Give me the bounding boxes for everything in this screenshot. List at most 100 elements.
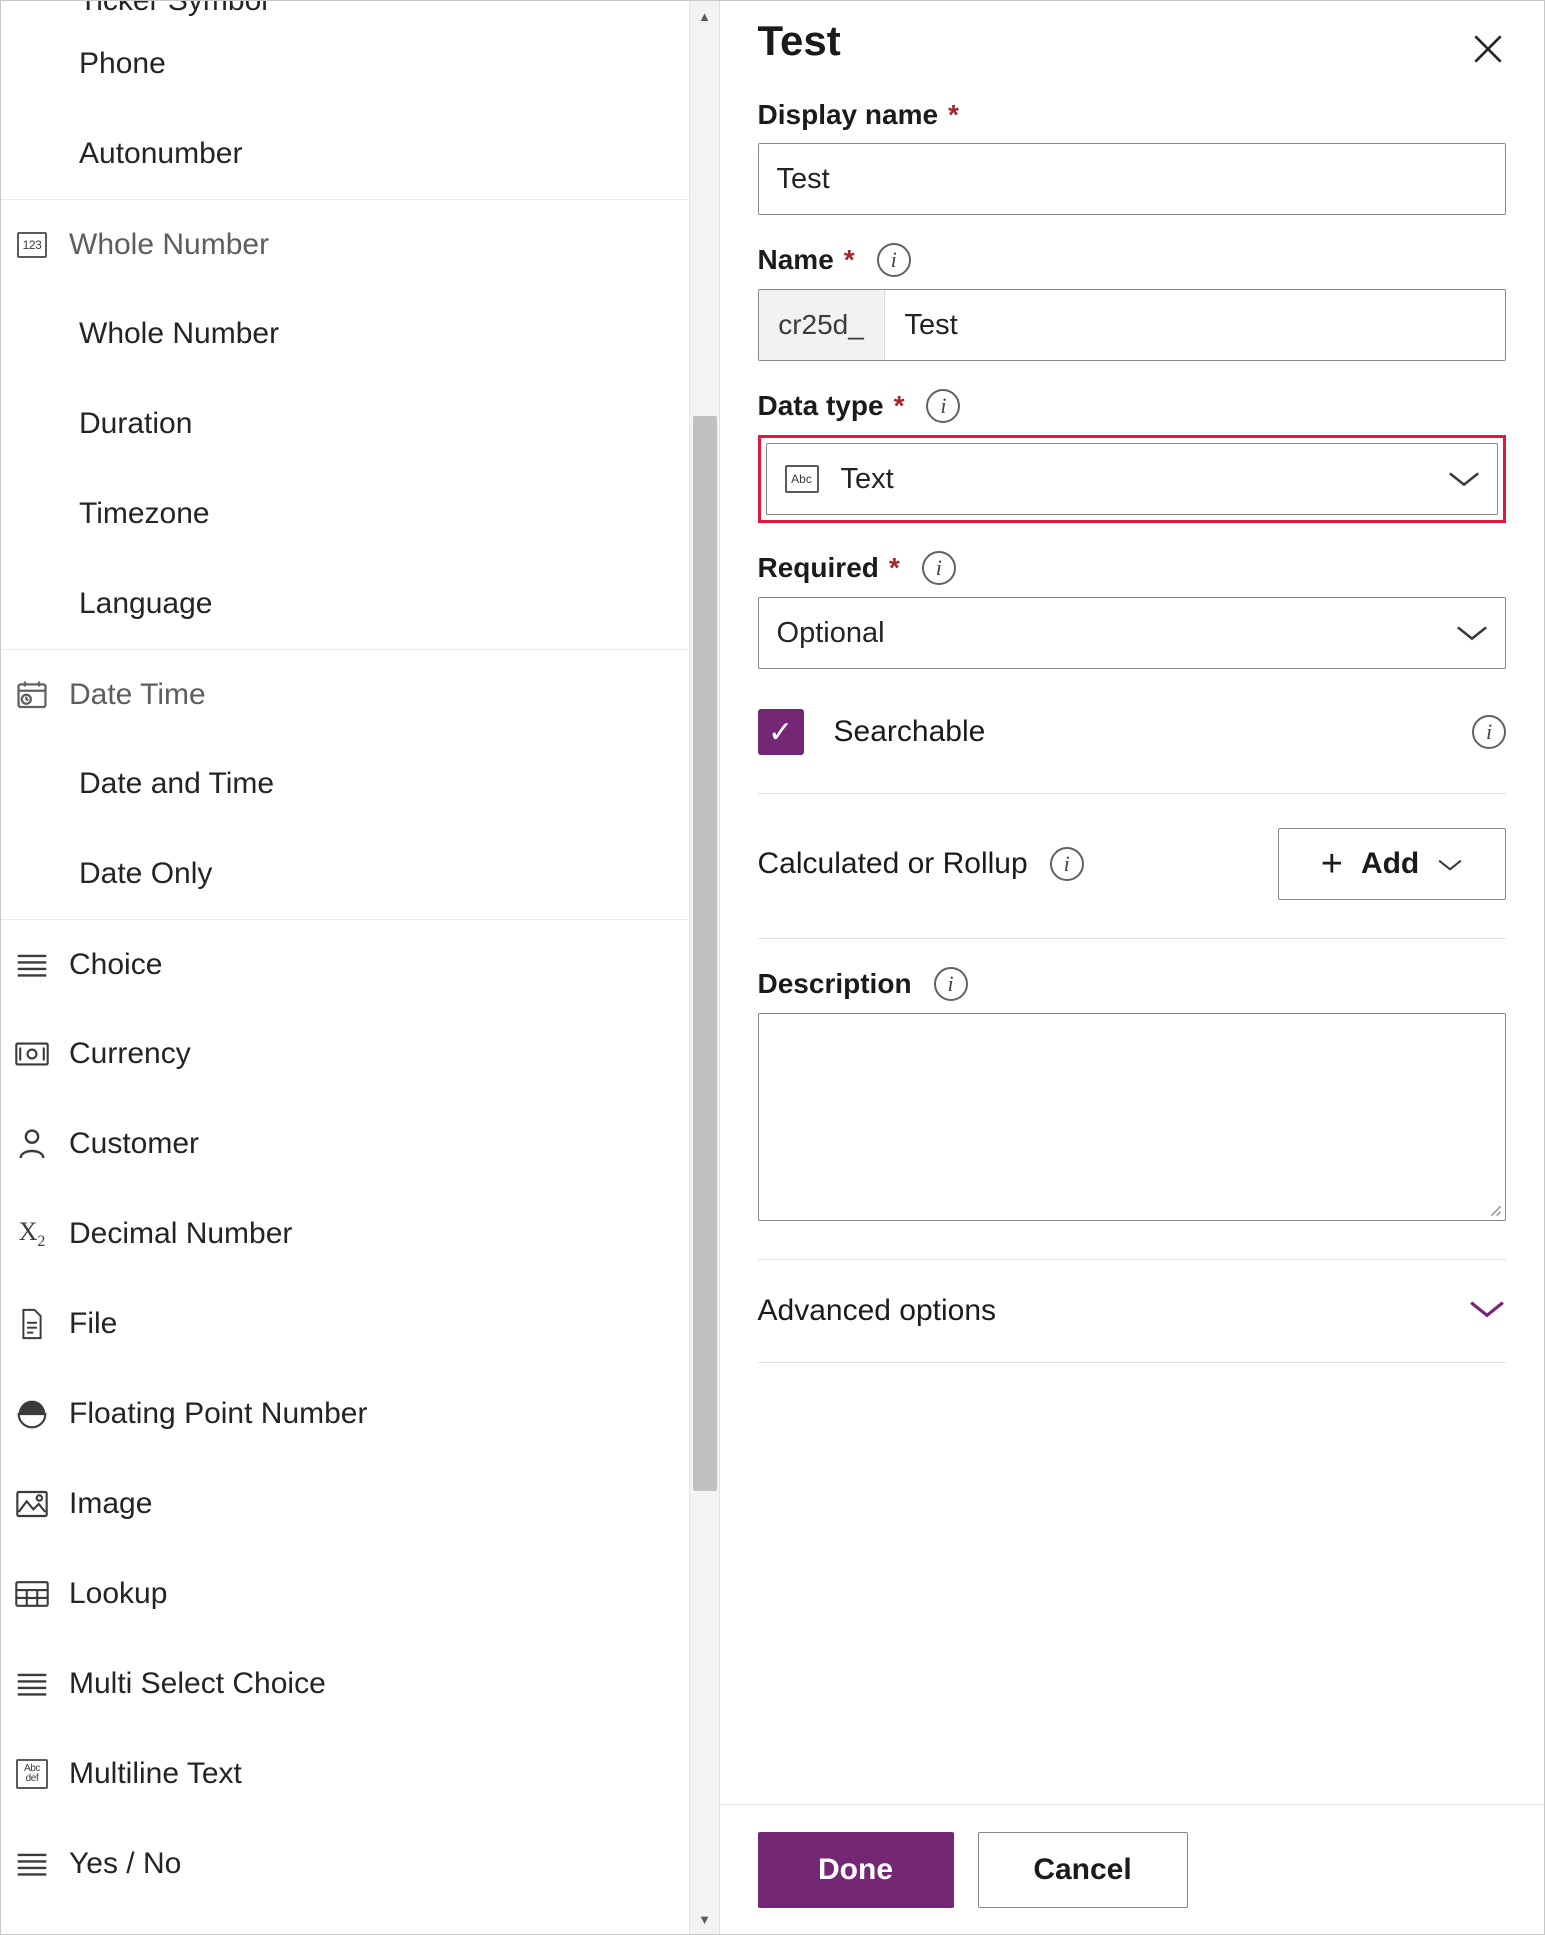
list-item-multiline-text[interactable]: Abc def Multiline Text: [1, 1729, 719, 1819]
cancel-button[interactable]: Cancel: [977, 1831, 1188, 1908]
required-label-row: Required * i: [758, 551, 1506, 585]
searchable-checkbox[interactable]: ✓: [757, 709, 804, 755]
lookup-icon: [11, 1580, 53, 1608]
info-icon[interactable]: i: [933, 967, 968, 1001]
add-button-label: Add: [1360, 847, 1420, 880]
info-icon[interactable]: i: [1049, 847, 1084, 881]
data-type-label-row: Data type * i: [758, 389, 1506, 423]
data-type-value: Text: [840, 462, 894, 495]
data-type-highlight-box: Abc Text: [757, 435, 1506, 523]
group-header-whole-number[interactable]: 123 Whole Number: [1, 199, 719, 289]
list-item-label: Whole Number: [79, 317, 280, 350]
required-marker: *: [948, 99, 959, 130]
close-icon[interactable]: [1466, 27, 1510, 71]
date-time-icon: [11, 678, 53, 712]
list-item-duration[interactable]: Duration: [1, 379, 719, 469]
list-item-file[interactable]: File: [1, 1279, 719, 1369]
info-icon[interactable]: i: [876, 243, 911, 277]
list-item-label: Date Only: [79, 857, 213, 890]
list-item-choice[interactable]: Choice: [1, 919, 719, 1009]
list-item-yes-no[interactable]: Yes / No: [1, 1819, 719, 1909]
list-item-multi-select-choice[interactable]: Multi Select Choice: [1, 1639, 719, 1729]
calculated-or-rollup-row: Calculated or Rollup i + Add: [758, 794, 1506, 900]
list-item-label: Floating Point Number: [69, 1397, 368, 1430]
required-marker: *: [888, 552, 900, 583]
info-icon[interactable]: i: [921, 551, 956, 585]
description-textarea[interactable]: [757, 1013, 1506, 1221]
list-item-floating-point-number[interactable]: Floating Point Number: [1, 1369, 719, 1459]
list-item-label: Multiline Text: [69, 1757, 242, 1790]
list-item-label: Lookup: [69, 1577, 168, 1610]
list-item-phone[interactable]: Phone: [1, 19, 719, 109]
decimal-number-icon: X2: [18, 1216, 46, 1251]
list-item-label: Timezone: [79, 497, 210, 530]
info-icon[interactable]: i: [926, 389, 961, 423]
list-item-label: Decimal Number: [69, 1217, 293, 1250]
searchable-row[interactable]: ✓ Searchable i: [757, 709, 1506, 755]
scroll-down-arrow[interactable]: ▼: [690, 1904, 719, 1934]
display-name-label-row: Display name *: [758, 99, 1506, 131]
page-title: Test: [757, 17, 841, 64]
advanced-options-row[interactable]: Advanced options: [758, 1260, 1506, 1362]
name-input[interactable]: cr25d_ Test: [757, 289, 1506, 361]
list-item-date-and-time[interactable]: Date and Time: [1, 739, 719, 829]
data-type-list-pane: Ticker Symbol Phone Autonumber 123 Whole…: [1, 1, 719, 1934]
name-value: Test: [904, 308, 958, 341]
list-item-label: Currency: [69, 1037, 191, 1070]
file-icon: [11, 1308, 53, 1340]
abc-text-icon: Abc: [784, 465, 819, 493]
list-item-label: Image: [69, 1487, 153, 1520]
list-item-ticker-symbol[interactable]: Ticker Symbol: [1, 1, 719, 19]
scroll-up-arrow[interactable]: ▲: [690, 1, 719, 31]
list-item-label: Choice: [69, 947, 163, 981]
list-item-date-only[interactable]: Date Only: [1, 829, 719, 919]
data-type-label: Data type: [757, 390, 884, 421]
required-marker: *: [843, 244, 855, 275]
yes-no-icon: [11, 1851, 53, 1877]
list-item-whole-number[interactable]: Whole Number: [1, 289, 719, 379]
plus-icon: +: [1320, 843, 1343, 885]
group-header-date-time[interactable]: Date Time: [1, 649, 719, 739]
choice-list-icon: [11, 952, 53, 978]
display-name-label: Display name: [757, 99, 939, 130]
panel-footer: Done Cancel: [719, 1804, 1544, 1934]
list-item-customer[interactable]: Customer: [1, 1099, 719, 1189]
panel-header: Test: [758, 1, 1506, 71]
required-marker: *: [893, 390, 905, 421]
required-dropdown[interactable]: Optional: [757, 597, 1506, 669]
info-icon[interactable]: i: [1472, 715, 1506, 749]
display-name-input[interactable]: Test: [757, 143, 1506, 215]
list-item-currency[interactable]: Currency: [1, 1009, 719, 1099]
required-value: Optional: [776, 616, 885, 649]
list-item-label: Autonumber: [79, 137, 243, 170]
field-properties-panel: Test Display name * Test Name * i cr25d_…: [718, 1, 1544, 1934]
display-name-value: Test: [776, 162, 830, 195]
add-button[interactable]: + Add: [1278, 828, 1506, 900]
list-item-label: File: [69, 1307, 118, 1340]
chevron-down-icon: [1455, 623, 1489, 643]
list-item-label: Language: [79, 587, 213, 620]
whole-number-icon: 123: [11, 231, 53, 258]
advanced-options-label: Advanced options: [757, 1294, 997, 1327]
group-header-label: Whole Number: [69, 227, 270, 261]
data-type-list: Ticker Symbol Phone Autonumber 123 Whole…: [1, 1, 719, 1909]
list-scrollbar[interactable]: ▲ ▼: [688, 1, 719, 1934]
list-item-decimal-number[interactable]: X2 Decimal Number: [1, 1189, 719, 1279]
data-type-dropdown[interactable]: Abc Text: [765, 443, 1498, 515]
list-item-label: Customer: [69, 1127, 200, 1160]
list-item-image[interactable]: Image: [1, 1459, 719, 1549]
list-item-autonumber[interactable]: Autonumber: [1, 109, 719, 199]
image-icon: [11, 1490, 53, 1518]
done-button[interactable]: Done: [757, 1831, 954, 1908]
scroll-thumb[interactable]: [692, 416, 717, 1491]
chevron-down-icon: [1437, 847, 1463, 881]
resize-handle[interactable]: [1486, 1201, 1502, 1217]
list-item-language[interactable]: Language: [1, 559, 719, 649]
list-item-timezone[interactable]: Timezone: [1, 469, 719, 559]
name-label-row: Name * i: [758, 243, 1506, 277]
description-label-row: Description i: [758, 967, 1506, 1001]
chevron-down-icon[interactable]: [1468, 1297, 1506, 1326]
list-item-label: Phone: [79, 47, 166, 80]
list-item-lookup[interactable]: Lookup: [1, 1549, 719, 1639]
searchable-label: Searchable: [833, 715, 986, 748]
